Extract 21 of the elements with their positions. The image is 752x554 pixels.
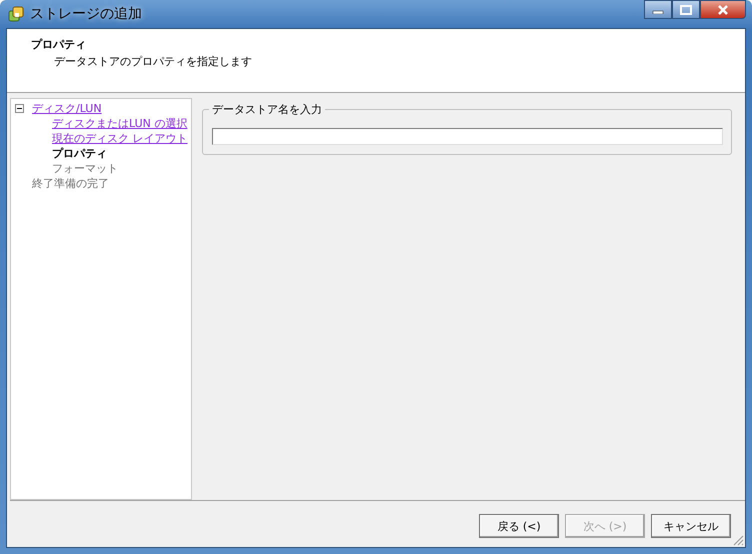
- maximize-icon: [680, 4, 692, 14]
- datastore-name-field[interactable]: [212, 128, 723, 145]
- maximize-button[interactable]: [672, 0, 700, 19]
- window-title: ストレージの追加: [30, 5, 142, 23]
- app-icon: [8, 6, 24, 22]
- step-link[interactable]: ディスクまたはLUN の選択: [52, 116, 188, 131]
- close-button[interactable]: [700, 0, 746, 19]
- step-link[interactable]: プロパティ: [52, 146, 107, 161]
- wizard-button[interactable]: キャンセル: [651, 514, 731, 538]
- step-link[interactable]: 終了準備の完了: [32, 176, 109, 191]
- close-icon: [717, 4, 729, 14]
- step-link[interactable]: フォーマット: [52, 161, 118, 176]
- step-link[interactable]: ディスク/LUN: [32, 101, 102, 116]
- group-label: データストア名を入力: [209, 102, 325, 117]
- page-subtitle: データストアのプロパティを指定します: [53, 54, 253, 69]
- page-title: プロパティ: [31, 37, 87, 52]
- minimize-button[interactable]: [644, 0, 672, 19]
- wizard-button[interactable]: 戻る (<): [479, 514, 559, 538]
- step-link[interactable]: 現在のディスク レイアウト: [52, 131, 188, 146]
- resize-grip-icon: [732, 534, 744, 546]
- collapse-icon[interactable]: [15, 104, 27, 113]
